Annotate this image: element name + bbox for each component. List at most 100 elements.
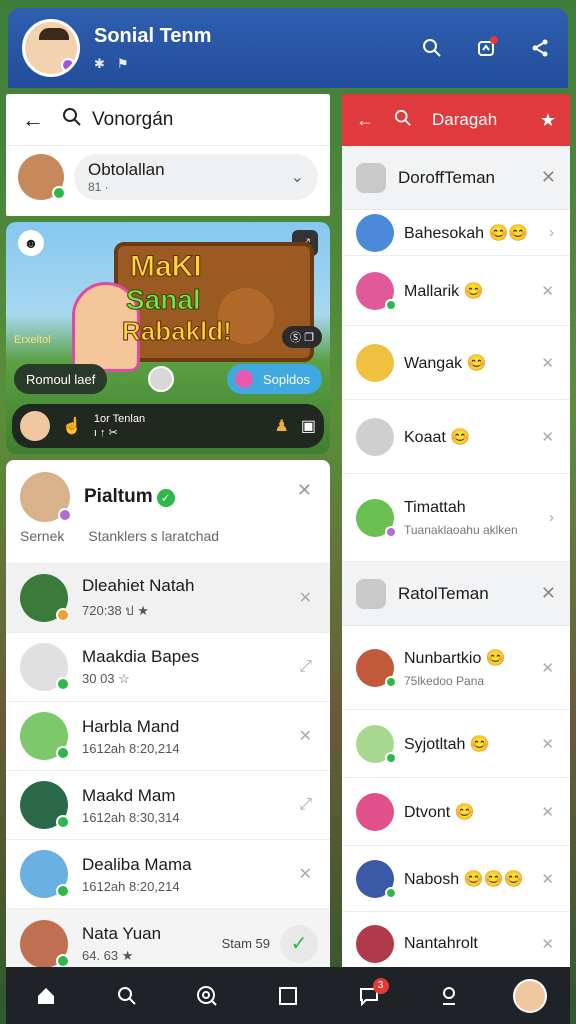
contact-avatar[interactable] (356, 724, 397, 764)
close-icon[interactable]: ✕ (541, 428, 554, 446)
shuffle-icon[interactable]: ⤢ (299, 658, 312, 676)
flag-mini-icon[interactable]: ⚑ (117, 56, 129, 72)
list-head-subtitle: Stanklers s laratchad (88, 528, 220, 544)
close-icon[interactable]: ✕ (299, 864, 312, 884)
close-icon[interactable]: ✕ (541, 354, 554, 372)
chat-icon[interactable]: 3 (349, 976, 389, 1016)
shuffle-icon[interactable]: ⤢ (299, 796, 312, 814)
hand-icon[interactable]: ☝ (62, 416, 82, 436)
banner-toggle[interactable]: Ⓢ ❐ (282, 326, 322, 348)
back-arrow-icon[interactable]: ← (356, 110, 374, 131)
list-item[interactable]: Dtvont 😊 ✕ (342, 778, 570, 846)
online-indicator (56, 815, 70, 829)
character-icon[interactable]: ☻ (18, 230, 44, 256)
contact-avatar[interactable] (356, 271, 397, 311)
contact-avatar[interactable] (356, 417, 394, 456)
chevron-down-icon[interactable]: ⌄ (291, 167, 304, 187)
list-item[interactable]: Mallarik 😊 ✕ (342, 256, 570, 326)
people-icon[interactable]: ♟ (275, 416, 289, 436)
contact-avatar[interactable] (20, 574, 70, 622)
check-icon[interactable]: ✓ (280, 924, 318, 963)
search-input[interactable]: Vonorgán (92, 109, 173, 131)
online-indicator (56, 953, 70, 968)
contact-avatar[interactable] (356, 925, 394, 963)
close-icon[interactable]: ✕ (299, 726, 312, 746)
close-icon[interactable]: ✕ (541, 583, 556, 604)
profile-avatar[interactable] (510, 976, 550, 1016)
right-search-input[interactable]: Daragah (432, 110, 520, 130)
status-indicator (56, 608, 70, 622)
contact-avatar[interactable] (20, 781, 70, 829)
contact-avatar[interactable] (356, 792, 394, 831)
close-icon[interactable]: ✕ (541, 735, 554, 753)
chip-subtitle: 81 · (88, 180, 109, 194)
account-chip[interactable]: Obtolallan 81 · ⌄ (74, 154, 318, 200)
list-item[interactable]: Maakdia Bapes 30 03 ☆ ⤢ (6, 633, 330, 702)
list-item[interactable]: Harbla Mand 1612ah 8:20,214 ✕ (6, 702, 330, 771)
user-avatar[interactable] (20, 411, 50, 441)
list-item[interactable]: Nata Yuan 64. 63 ★ Stam 59 ✓ (6, 909, 330, 971)
banner-left-pill[interactable]: Romoul laef (14, 364, 108, 394)
close-icon[interactable]: ✕ (297, 480, 312, 501)
chevron-right-icon[interactable]: › (549, 509, 554, 526)
profile-avatar[interactable] (22, 19, 80, 77)
star-icon[interactable]: ★ (540, 110, 556, 131)
explore-icon[interactable] (187, 976, 227, 1016)
document-icon[interactable]: ▣ (301, 416, 316, 436)
right-search-bar[interactable]: ← Daragah ★ (342, 94, 570, 146)
settings-mini-icon[interactable]: ✱ (94, 56, 105, 72)
list-item[interactable]: Nabosh 😊😊😊 ✕ (342, 846, 570, 912)
list-item[interactable]: Dealiba Mama 1612ah 8:20,214 ✕ (6, 840, 330, 909)
list-header[interactable]: Pialtum ✓ Sernek Stanklers s laratchad ✕ (6, 460, 330, 564)
contact-avatar[interactable] (356, 343, 394, 382)
list-item[interactable]: Syjotltah 😊 ✕ (342, 710, 570, 778)
home-icon[interactable] (26, 976, 66, 1016)
contact-avatar[interactable] (20, 712, 70, 760)
contact-avatar[interactable] (356, 213, 394, 252)
close-icon[interactable]: ✕ (541, 870, 554, 888)
list-item[interactable]: Nunbartkio 😊 75lkedoo Pana ✕ (342, 626, 570, 710)
banner-right-pill[interactable]: Sopldos (227, 364, 322, 394)
square-icon[interactable] (268, 976, 308, 1016)
contact-avatar[interactable] (356, 859, 397, 899)
banner-face-avatar[interactable] (148, 366, 174, 392)
online-indicator (385, 751, 397, 764)
close-icon[interactable]: ✕ (299, 588, 312, 608)
close-icon[interactable]: ✕ (541, 803, 554, 821)
contact-avatar[interactable] (20, 643, 70, 691)
banner-bottom-bar[interactable]: ☝ 1or Tenlan ı ↑ ✂ ♟ ▣ (12, 404, 324, 448)
close-icon[interactable]: ✕ (541, 282, 554, 300)
contact-meta: Tuanaklaoahu aklken (404, 522, 518, 537)
chip-avatar[interactable] (18, 154, 66, 200)
chevron-right-icon[interactable]: › (549, 224, 554, 241)
contact-avatar[interactable] (356, 648, 397, 688)
list-item[interactable]: Wangak 😊 ✕ (342, 326, 570, 400)
contact-name: Wangak 😊 (404, 354, 487, 372)
status-label: Stam 59 (221, 936, 270, 951)
contact-name: Maakdia Bapes (82, 647, 200, 666)
game-banner[interactable]: ☻ ⤢ MaKI Sanal Rabakld! Erxeltol Ⓢ ❐ Rom… (6, 222, 330, 454)
list-item[interactable]: Timattah Tuanaklaoahu aklken › (342, 474, 570, 562)
close-icon[interactable]: ✕ (541, 935, 554, 953)
search-bar[interactable]: ← Vonorgán (6, 94, 330, 146)
list-item[interactable]: Bahesokah 😊😊 › (342, 210, 570, 256)
search-icon[interactable] (418, 34, 446, 62)
list-item[interactable]: Dleahiet Natah 720:38 ป ★ ✕ (6, 564, 330, 633)
list-item[interactable]: Maakd Mam 1612ah 8:30,314 ⤢ (6, 771, 330, 840)
contact-avatar[interactable] (20, 472, 72, 522)
share-icon[interactable] (526, 34, 554, 62)
back-arrow-icon[interactable]: ← (22, 107, 62, 133)
section-title: DoroffTeman (398, 167, 496, 187)
contact-avatar[interactable] (20, 919, 70, 968)
contact-meta: 1612ah 8:30,314 (82, 809, 180, 825)
online-indicator (52, 186, 66, 200)
search-icon[interactable] (107, 976, 147, 1016)
close-icon[interactable]: ✕ (541, 167, 556, 188)
notification-icon[interactable] (472, 34, 500, 62)
close-icon[interactable]: ✕ (541, 659, 554, 677)
contact-avatar[interactable] (356, 498, 397, 538)
pin-icon[interactable] (429, 976, 469, 1016)
contact-avatar[interactable] (20, 850, 70, 898)
list-item[interactable]: Koaat 😊 ✕ (342, 400, 570, 474)
online-indicator (385, 886, 397, 899)
